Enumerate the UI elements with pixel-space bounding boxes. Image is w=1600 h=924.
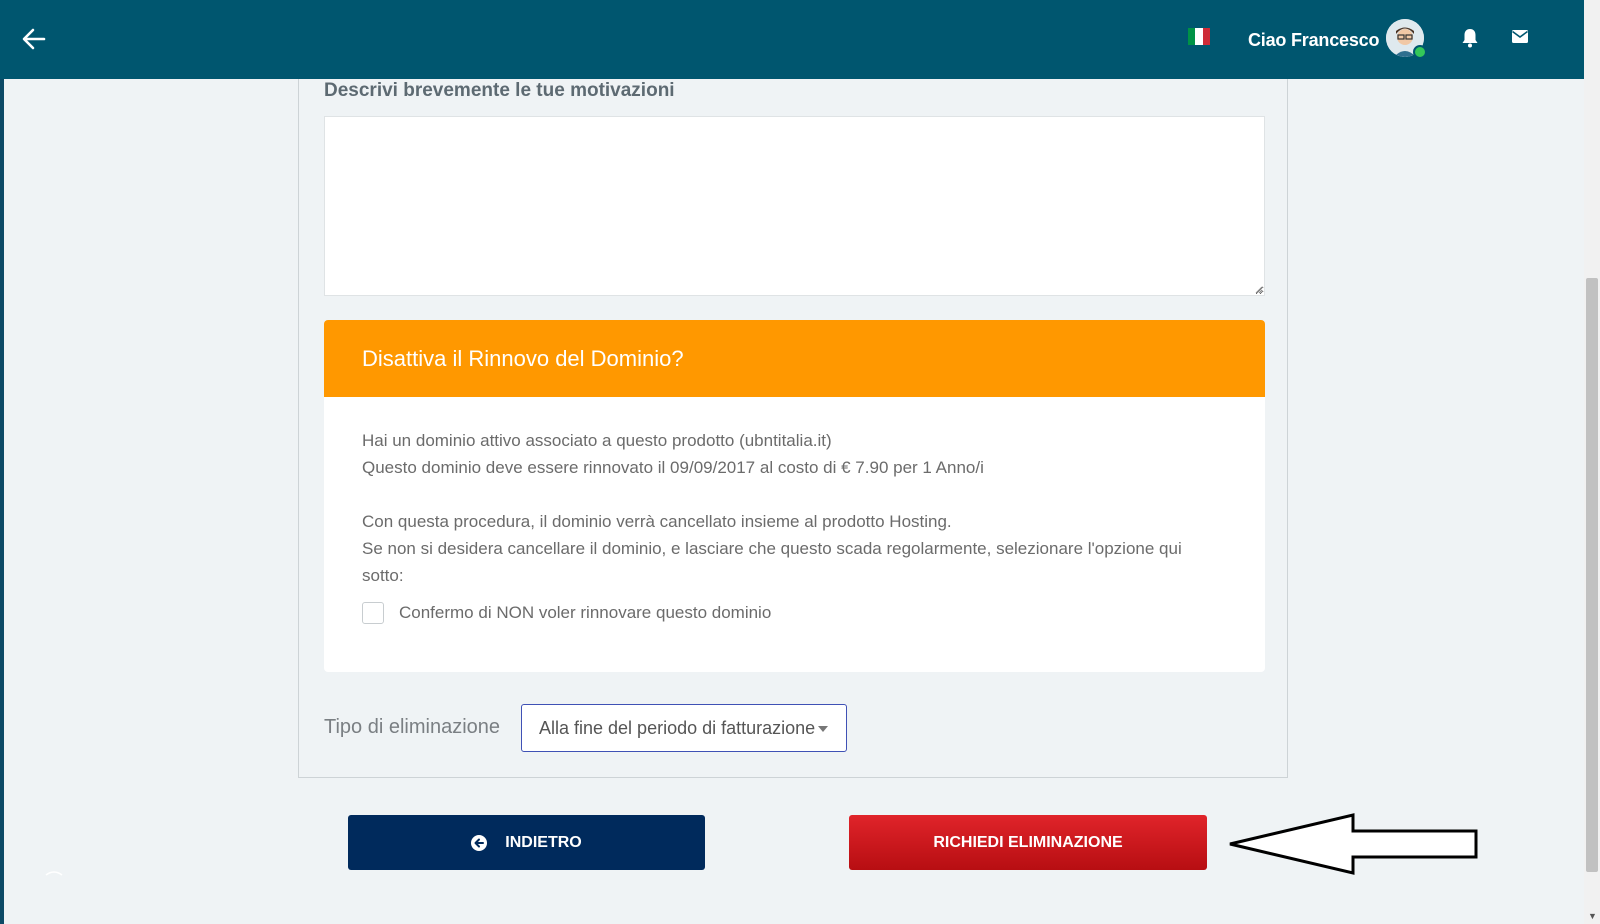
back-arrow-icon[interactable] [20,25,48,53]
online-status-dot [1413,45,1427,59]
request-deletion-button-label: RICHIEDI ELIMINAZIONE [933,833,1123,851]
circle-arrow-left-icon [471,834,488,851]
back-button[interactable]: INDIETRO [348,815,705,870]
back-button-label: INDIETRO [505,833,582,851]
elimination-type-select[interactable]: Alla fine del periodo di fatturazione [521,704,847,752]
annotation-arrow-icon [1229,813,1478,875]
mail-icon[interactable] [1510,28,1530,46]
no-renew-checkbox-label[interactable]: Confermo di NON voler rinnovare questo d… [399,599,771,626]
domain-renewal-card: Disattiva il Rinnovo del Dominio? Hai un… [324,320,1265,672]
spinner-fragment-icon [45,871,63,876]
top-navbar: Ciao Francesco [0,0,1584,79]
card-title: Disattiva il Rinnovo del Dominio? [324,320,1265,397]
user-greeting[interactable]: Ciao Francesco [1248,30,1379,51]
bell-icon[interactable] [1460,27,1480,49]
renewal-info-text: Questo dominio deve essere rinnovato il … [362,458,984,477]
left-edge [0,0,4,924]
scroll-down-arrow-icon[interactable]: ▼ [1588,912,1597,921]
dropdown-caret-icon [818,726,828,732]
request-deletion-button[interactable]: RICHIEDI ELIMINAZIONE [849,815,1207,870]
elimination-type-label: Tipo di eliminazione [324,716,501,738]
option-info-text: Se non si desidera cancellare il dominio… [362,539,1182,585]
vertical-scrollbar[interactable]: ▼ [1584,0,1600,924]
scrollbar-thumb[interactable] [1586,278,1598,872]
italy-flag-icon[interactable] [1188,28,1210,45]
card-body: Hai un dominio attivo associato a questo… [324,397,1265,626]
no-renew-checkbox[interactable] [362,601,384,624]
no-renew-option[interactable]: Confermo di NON voler rinnovare questo d… [362,599,1227,626]
description-textarea[interactable] [324,116,1265,296]
elimination-type-value: Alla fine del periodo di fatturazione [539,717,816,738]
description-label: Descrivi brevemente le tue motivazioni [324,80,675,101]
procedure-info-text: Con questa procedura, il dominio verrà c… [362,512,952,531]
resize-grip-icon[interactable] [1253,284,1263,294]
domain-info-text: Hai un dominio attivo associato a questo… [362,431,832,450]
